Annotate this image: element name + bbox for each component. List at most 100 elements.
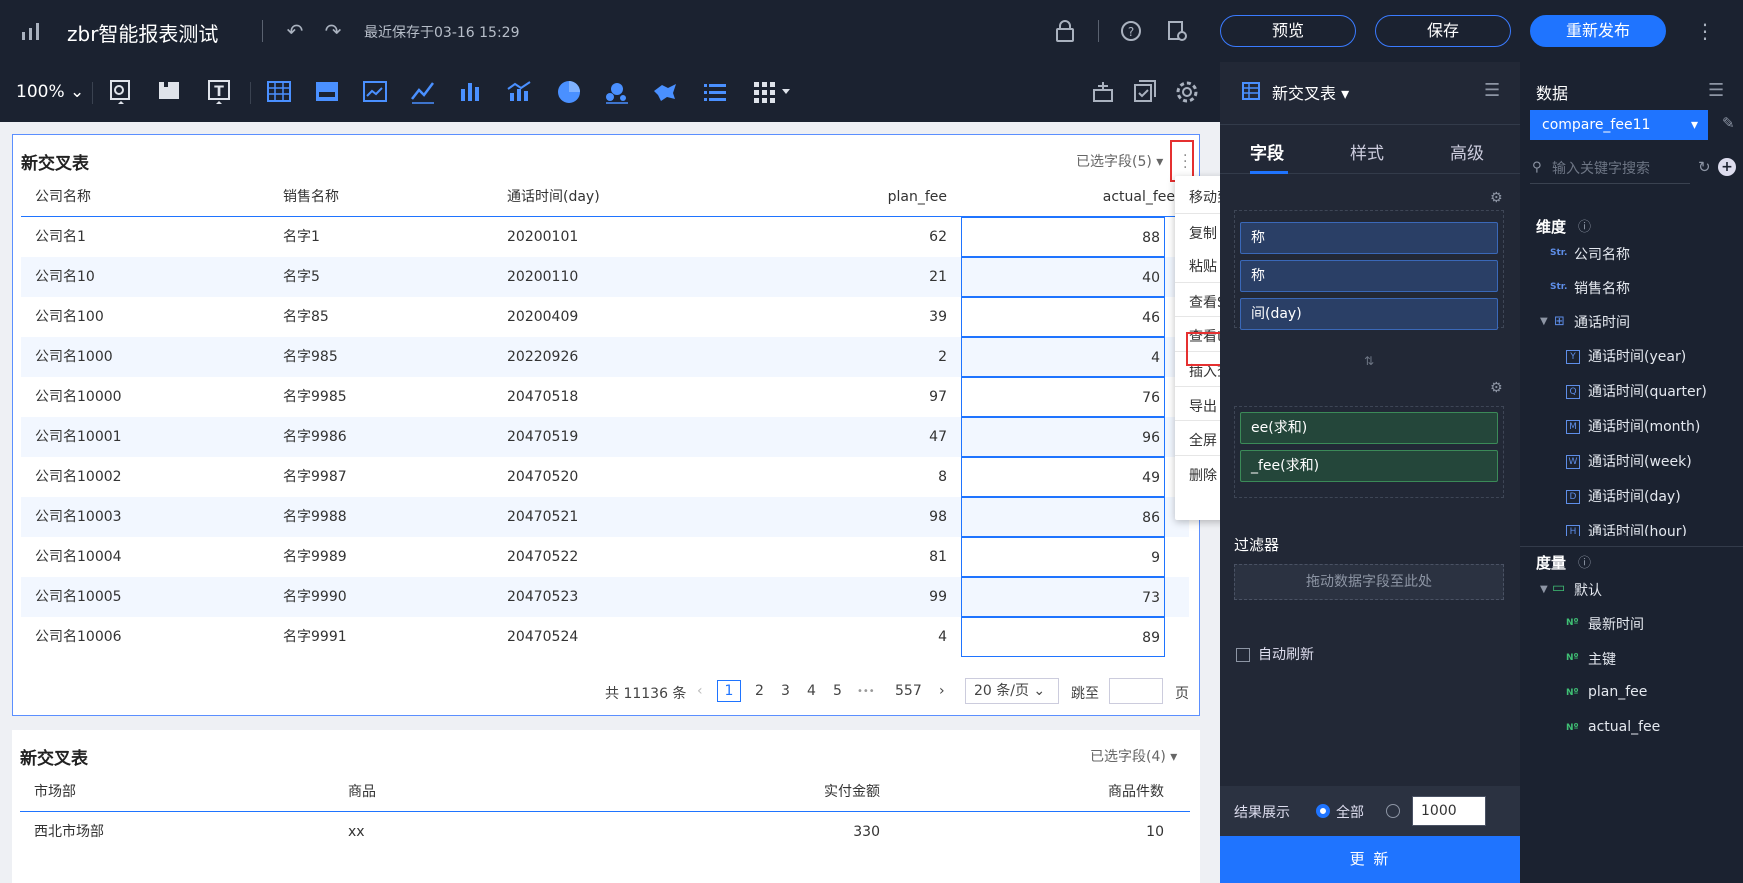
zoom-select[interactable]: 100% ⌄ <box>16 82 84 102</box>
table-row[interactable]: 公司名100 名字85 20200409 39 46 <box>21 297 1189 337</box>
radio-limit[interactable] <box>1386 804 1400 818</box>
value-field-pill[interactable]: _fee(求和) <box>1240 450 1498 482</box>
column-header[interactable]: 商品件数 <box>900 772 1164 812</box>
more-components-icon[interactable] <box>750 77 796 107</box>
next-page-icon[interactable]: › <box>939 683 945 699</box>
dataset-select[interactable]: compare_fee11 ▾ <box>1530 110 1708 140</box>
radio-all[interactable] <box>1316 804 1330 818</box>
edit-dataset-icon[interactable]: ✎ <box>1722 114 1735 132</box>
time-field[interactable]: 通话时间(quarter) <box>1588 381 1707 401</box>
page-last[interactable]: 557 <box>895 683 922 699</box>
table-row[interactable]: 公司名10003 名字9988 20470521 98 86 <box>21 497 1189 537</box>
redo-icon[interactable]: ↷ <box>320 18 346 44</box>
tab-fields[interactable]: 字段 <box>1250 139 1284 164</box>
table-row[interactable]: 西北市场部 xx 330 10 <box>20 812 1190 852</box>
republish-button[interactable]: 重新发布 <box>1530 15 1666 47</box>
page-1[interactable]: 1 <box>717 680 741 702</box>
table-icon[interactable] <box>264 77 294 107</box>
drag-handle-icon[interactable]: ⇅ <box>1364 354 1374 368</box>
tab-advanced[interactable]: 高级 <box>1450 139 1484 164</box>
tab-style[interactable]: 样式 <box>1350 139 1384 164</box>
table-row[interactable]: 公司名1000 名字985 20220926 2 4 <box>21 337 1189 377</box>
page-5[interactable]: 5 <box>833 683 842 699</box>
column-header[interactable]: plan_fee <box>781 177 947 217</box>
table-row[interactable]: 公司名1 名字1 20200101 62 88 <box>21 217 1189 257</box>
column-header[interactable]: 销售名称 <box>283 177 339 217</box>
collapse-data-panel-icon[interactable]: ☰ <box>1708 80 1724 101</box>
measure-group[interactable]: 默认 <box>1574 580 1602 600</box>
limit-input[interactable]: 1000 <box>1412 796 1486 826</box>
table-row[interactable]: 公司名10005 名字9990 20470523 99 73 <box>21 577 1189 617</box>
tab-component-icon[interactable] <box>154 77 184 107</box>
value-field-pill[interactable]: ee(求和) <box>1240 412 1498 444</box>
table-row[interactable]: 公司名10006 名字9991 20470524 4 89 <box>21 617 1189 657</box>
time-group[interactable]: 通话时间 <box>1574 312 1630 332</box>
scatter-icon[interactable] <box>602 77 632 107</box>
filter-drop-zone[interactable]: 拖动数据字段至此处 <box>1234 564 1504 600</box>
row-settings-icon[interactable]: ⚙ <box>1490 190 1508 208</box>
map-icon[interactable] <box>650 77 680 107</box>
measure-field[interactable]: plan_fee <box>1588 684 1647 700</box>
bar-chart-icon[interactable] <box>456 77 486 107</box>
add-field-icon[interactable]: + <box>1718 158 1736 176</box>
refresh-icon[interactable]: ↻ <box>1698 158 1711 176</box>
row-field-pill[interactable]: 称 <box>1240 260 1498 292</box>
measure-field[interactable]: actual_fee <box>1588 719 1660 735</box>
time-field[interactable]: 通话时间(month) <box>1588 416 1700 436</box>
table-row[interactable]: 公司名10001 名字9986 20470519 47 96 <box>21 417 1189 457</box>
column-header[interactable]: 市场部 <box>34 772 76 812</box>
dimension-field[interactable]: 公司名称 <box>1574 244 1630 264</box>
cross-table-card[interactable]: 新交叉表 已选字段(5) ▾ · · · 公司名称 销售名称 通话时间(day) p… <box>12 134 1200 716</box>
line-chart-icon[interactable] <box>408 77 438 107</box>
lock-icon[interactable] <box>1052 18 1078 44</box>
column-header[interactable]: 实付金额 <box>620 772 880 812</box>
update-button[interactable]: 更 新 <box>1220 836 1520 883</box>
field-search-input[interactable]: 输入关键字搜索 <box>1530 154 1690 184</box>
page-2[interactable]: 2 <box>755 683 764 699</box>
kpi-icon[interactable] <box>360 77 390 107</box>
page-size-select[interactable]: 20 条/页 ⌄ <box>965 678 1059 704</box>
cross-table-card-2[interactable]: 新交叉表 已选字段(4) ▾ 市场部 商品 实付金额 商品件数 西北市场部 xx… <box>12 730 1200 883</box>
page-4[interactable]: 4 <box>807 683 816 699</box>
page-ellipsis[interactable]: ••• <box>857 686 875 697</box>
more-menu-icon[interactable]: ⋮ <box>1692 18 1718 44</box>
row-field-pill[interactable]: 间(day) <box>1240 298 1498 330</box>
save-button[interactable]: 保存 <box>1375 15 1511 47</box>
selected-fields-dropdown[interactable]: 已选字段(4) ▾ <box>1090 746 1177 766</box>
page-3[interactable]: 3 <box>781 683 790 699</box>
jump-page-input[interactable] <box>1109 678 1163 704</box>
column-header[interactable]: 公司名称 <box>35 177 91 217</box>
row-field-pill[interactable]: 称 <box>1240 222 1498 254</box>
component-type-select[interactable]: 新交叉表 ▾ <box>1272 80 1349 104</box>
table-row[interactable]: 公司名10000 名字9985 20470518 97 76 <box>21 377 1189 417</box>
info-icon[interactable]: ⓘ <box>1578 216 1591 235</box>
text-icon[interactable]: T <box>204 77 234 107</box>
undo-icon[interactable]: ↶ <box>282 18 308 44</box>
table-row[interactable]: 公司名10002 名字9987 20470520 8 49 <box>21 457 1189 497</box>
table-row[interactable]: 公司名10004 名字9989 20470522 81 9 <box>21 537 1189 577</box>
measure-field[interactable]: 最新时间 <box>1588 614 1644 634</box>
column-header[interactable]: actual_fee <box>961 177 1175 217</box>
info-icon[interactable]: ⓘ <box>1578 552 1591 571</box>
auto-refresh-checkbox[interactable] <box>1236 648 1250 662</box>
column-header[interactable]: 通话时间(day) <box>507 177 600 217</box>
preview-button[interactable]: 预览 <box>1220 15 1356 47</box>
collapse-panel-icon[interactable]: ☰ <box>1484 80 1500 101</box>
prev-page-icon[interactable]: ‹ <box>697 683 703 699</box>
gear-icon[interactable] <box>1172 77 1202 107</box>
combo-chart-icon[interactable] <box>504 77 534 107</box>
check-view-icon[interactable] <box>1130 77 1160 107</box>
card-icon[interactable] <box>312 77 342 107</box>
selected-fields-dropdown[interactable]: 已选字段(5) ▾ <box>1076 151 1163 171</box>
measure-field[interactable]: 主键 <box>1588 649 1616 669</box>
doc-settings-icon[interactable] <box>1164 18 1190 44</box>
list-icon[interactable] <box>700 77 730 107</box>
table-row[interactable]: 公司名10 名字5 20200110 21 40 <box>21 257 1189 297</box>
layout-icon[interactable] <box>1088 77 1118 107</box>
time-field[interactable]: 通话时间(year) <box>1588 346 1686 366</box>
time-field[interactable]: 通话时间(day) <box>1588 486 1681 506</box>
time-field[interactable]: 通话时间(week) <box>1588 451 1692 471</box>
column-header[interactable]: 商品 <box>348 772 376 812</box>
query-icon[interactable] <box>106 77 136 107</box>
dimension-field[interactable]: 销售名称 <box>1574 278 1630 298</box>
